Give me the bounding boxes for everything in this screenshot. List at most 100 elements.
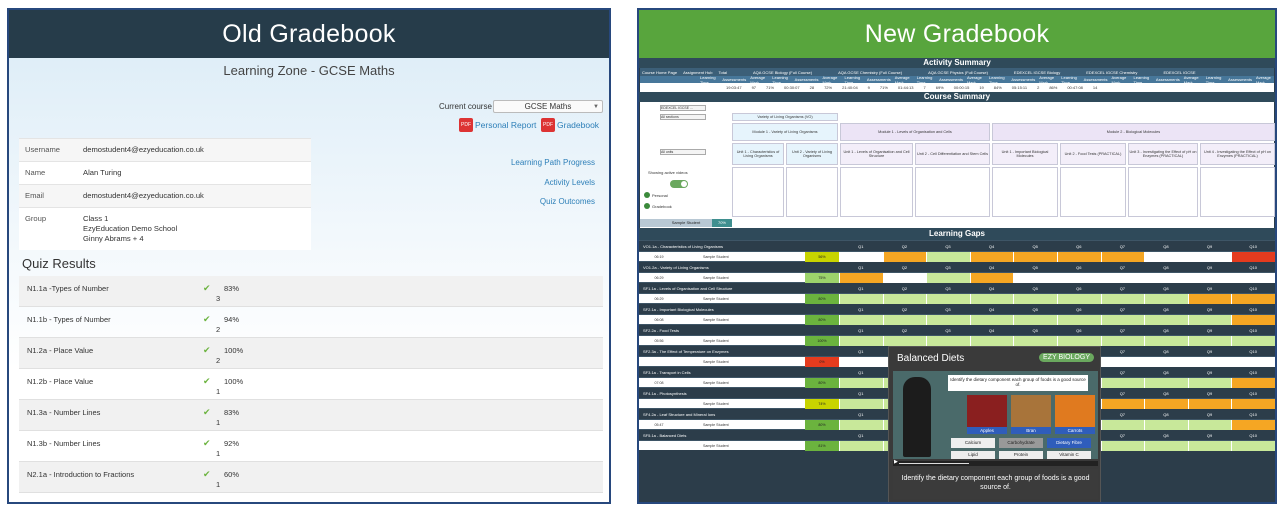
quiz-result-row[interactable]: N1.3b - Number Lines ✔ 92% 1 [19,431,603,462]
gap-topic-row[interactable]: SF2.2a - Food Tests Q1 Q2 Q3 Q4 Q5 Q6 Q7 Q8 Q9 Q10 [639,324,1275,335]
question-result-cell[interactable] [1056,272,1101,283]
question-result-cell[interactable] [1231,398,1275,409]
answer-option[interactable]: Vitamin C [1047,451,1091,459]
answer-option[interactable]: Calcium [951,438,995,448]
question-result-cell[interactable] [839,314,883,325]
question-result-cell[interactable] [1056,335,1101,346]
side-link-activity-levels[interactable]: Activity Levels [544,178,595,187]
question-result-cell[interactable] [1231,272,1275,283]
question-result-cell[interactable] [1187,335,1232,346]
question-result-cell[interactable] [1013,314,1057,325]
answer-option[interactable]: Carbohydrate [999,438,1043,448]
question-result-cell[interactable] [1231,314,1275,325]
question-result-cell[interactable] [1100,419,1145,430]
question-result-cell[interactable] [969,335,1014,346]
question-result-cell[interactable] [1100,398,1145,409]
question-result-cell[interactable] [839,251,883,262]
gap-student-row[interactable]: 06:29 Sample Student 80% [639,293,1275,304]
question-result-cell[interactable] [1100,440,1145,451]
play-icon[interactable]: ▶ [894,459,898,465]
side-link-learning-path[interactable]: Learning Path Progress [511,158,595,167]
course-filter-select[interactable]: EDEXCEL IGCSE ... [660,105,706,111]
question-result-cell[interactable] [1231,251,1275,262]
question-result-cell[interactable] [1231,419,1275,430]
question-result-cell[interactable] [969,314,1014,325]
question-result-cell[interactable] [1013,251,1057,262]
question-result-cell[interactable] [1100,356,1145,367]
question-result-cell[interactable] [1187,356,1232,367]
personal-report-link[interactable]: PDF Personal Report [459,118,536,132]
question-result-cell[interactable] [1144,314,1188,325]
question-result-cell[interactable] [926,335,970,346]
question-result-cell[interactable] [1187,251,1232,262]
gap-topic-row[interactable]: SF2.1a - Important Biological Molecules Q… [639,303,1275,314]
question-result-cell[interactable] [1231,377,1275,388]
question-result-cell[interactable] [1187,293,1232,304]
question-result-cell[interactable] [1144,356,1188,367]
question-result-cell[interactable] [1056,293,1101,304]
question-result-cell[interactable] [839,440,883,451]
gap-student-row[interactable]: 06:29 Sample Student 75% [639,272,1275,283]
active-videos-toggle[interactable] [670,180,688,188]
question-result-cell[interactable] [926,272,970,283]
question-result-cell[interactable] [1100,335,1145,346]
answer-option[interactable]: Protein [999,451,1043,459]
question-result-cell[interactable] [882,314,927,325]
question-result-cell[interactable] [839,335,883,346]
question-result-cell[interactable] [1100,272,1145,283]
question-result-cell[interactable] [839,419,883,430]
question-result-cell[interactable] [1144,419,1188,430]
quiz-result-row[interactable]: N1.3a - Number Lines ✔ 83% 1 [19,400,603,431]
question-result-cell[interactable] [926,251,970,262]
answer-option[interactable]: Lipid [951,451,995,459]
gap-topic-row[interactable]: VO1.1a - Characteristics of Living Organ… [639,240,1275,251]
question-result-cell[interactable] [882,251,927,262]
question-result-cell[interactable] [839,293,883,304]
question-result-cell[interactable] [1187,377,1232,388]
question-result-cell[interactable] [882,293,927,304]
question-result-cell[interactable] [1144,335,1188,346]
question-result-cell[interactable] [1231,356,1275,367]
question-result-cell[interactable] [1100,293,1145,304]
question-result-cell[interactable] [1144,440,1188,451]
question-result-cell[interactable] [1231,335,1275,346]
gap-student-row[interactable]: 05:56 Sample Student 100% [639,335,1275,346]
gap-student-row[interactable]: 06:08 Sample Student 80% [639,314,1275,325]
gradebook-link[interactable]: PDF Gradebook [541,118,599,132]
question-result-cell[interactable] [1144,377,1188,388]
quiz-result-row[interactable]: N1.2b - Place Value ✔ 100% 1 [19,369,603,400]
question-result-cell[interactable] [1144,398,1188,409]
question-result-cell[interactable] [882,272,927,283]
question-result-cell[interactable] [1187,398,1232,409]
question-result-cell[interactable] [839,398,883,409]
question-result-cell[interactable] [839,356,883,367]
question-result-cell[interactable] [1144,272,1188,283]
question-result-cell[interactable] [1231,440,1275,451]
sections-filter-select[interactable]: All sections [660,114,706,120]
question-result-cell[interactable] [1056,314,1101,325]
question-result-cell[interactable] [1100,251,1145,262]
question-result-cell[interactable] [1187,440,1232,451]
question-result-cell[interactable] [1013,272,1057,283]
question-result-cell[interactable] [926,293,970,304]
question-result-cell[interactable] [1013,293,1057,304]
question-result-cell[interactable] [969,251,1014,262]
gap-student-row[interactable]: 06:19 Sample Student 56% [639,251,1275,262]
question-result-cell[interactable] [1056,251,1101,262]
gap-topic-row[interactable]: SF1.1a - Levels of Organisation and Cell… [639,282,1275,293]
quiz-result-row[interactable]: N1.2a - Place Value ✔ 100% 2 [19,338,603,369]
question-result-cell[interactable] [882,335,927,346]
video-frame[interactable]: Identify the dietary component each grou… [893,371,1098,459]
quiz-result-row[interactable]: N1.1a -Types of Number ✔ 83% 3 [19,276,603,307]
side-link-quiz-outcomes[interactable]: Quiz Outcomes [540,197,595,206]
question-result-cell[interactable] [926,314,970,325]
video-popup[interactable]: Balanced Diets EZY BIOLOGY Identify the … [888,346,1101,502]
question-result-cell[interactable] [839,377,883,388]
question-result-cell[interactable] [969,272,1014,283]
gradebook-option[interactable]: Gradebook [644,203,672,209]
question-result-cell[interactable] [1187,314,1232,325]
question-result-cell[interactable] [839,272,883,283]
question-result-cell[interactable] [1187,272,1232,283]
quiz-result-row[interactable]: N2.1a - Introduction to Fractions ✔ 60% 1 [19,462,603,493]
personal-option[interactable]: Personal [644,192,668,198]
